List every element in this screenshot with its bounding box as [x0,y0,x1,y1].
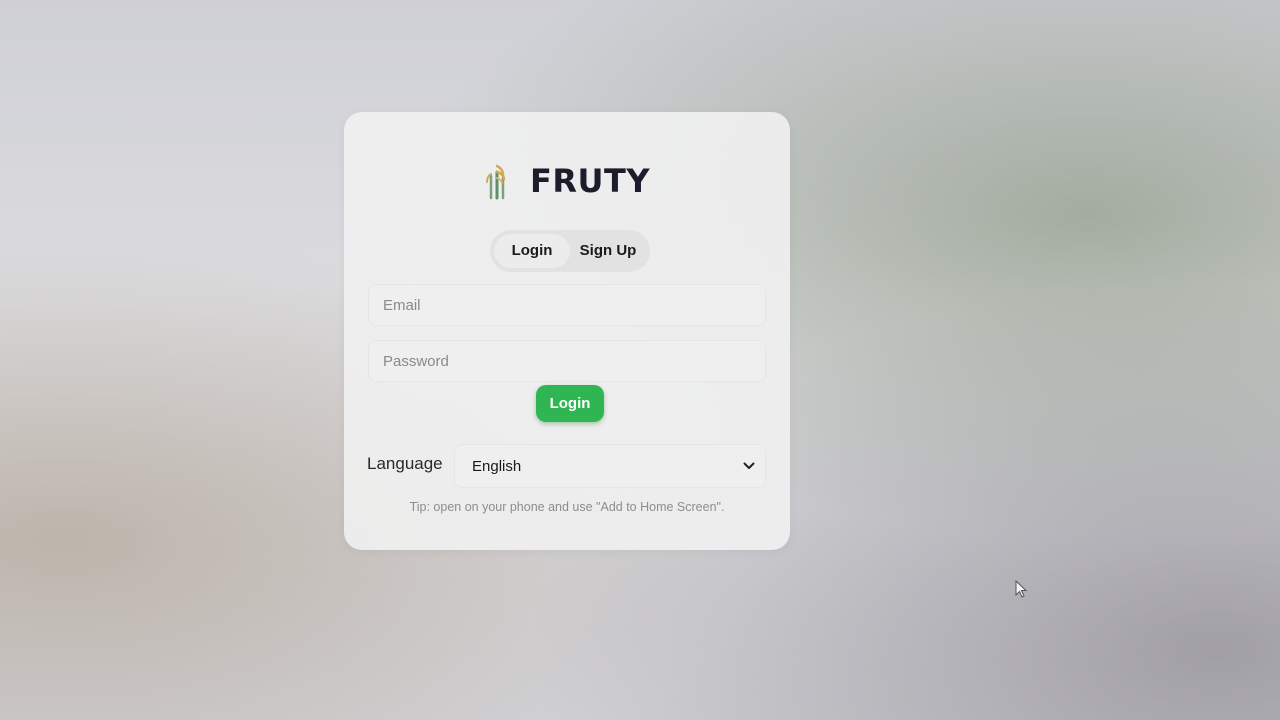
mouse-cursor-icon [1015,580,1027,598]
language-selected-value: English [472,457,522,475]
app-title: FRUTY [530,162,650,200]
wheat-logo-icon [486,164,506,200]
email-field[interactable] [368,284,766,326]
language-select[interactable]: English [454,444,766,488]
tab-login[interactable]: Login [494,234,570,268]
chevron-down-icon [743,462,755,469]
brand-header: FRUTY [344,162,790,200]
tip-text: Tip: open on your phone and use "Add to … [409,500,725,514]
tab-sign-up[interactable]: Sign Up [570,234,646,268]
language-label: Language [367,454,443,473]
auth-tabs: Login Sign Up [490,230,650,272]
login-button[interactable]: Login [536,385,604,422]
login-card: FRUTY Login Sign Up Login Language Engli… [344,112,790,550]
password-field[interactable] [368,340,766,382]
